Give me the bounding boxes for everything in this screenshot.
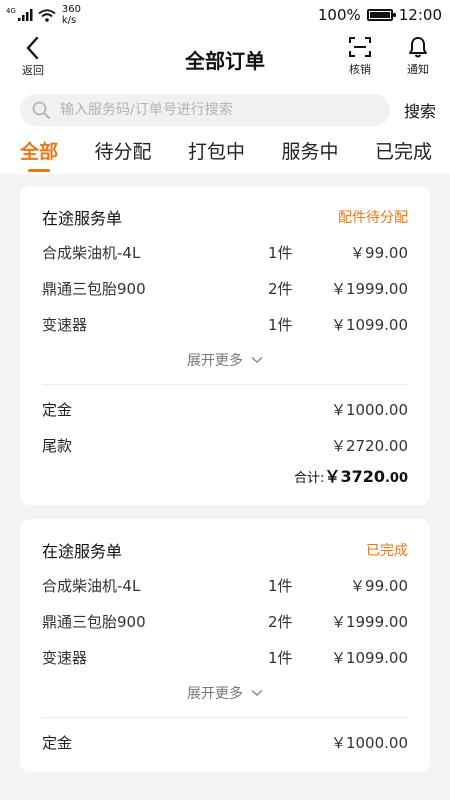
deposit-row: 定金 ￥1000.00: [42, 391, 408, 427]
order-list: 在途服务单 配件待分配 合成柴油机-4L 1件 ￥99.00 鼎通三包胎900 …: [0, 174, 450, 772]
tab-pending-assign[interactable]: 待分配: [94, 129, 151, 174]
deposit-row: 定金 ￥1000.00: [42, 724, 408, 760]
total-label: 合计:: [294, 471, 325, 486]
balance-amount: ￥2720.00: [330, 436, 408, 455]
order-status: 配件待分配: [338, 210, 408, 226]
bell-icon: [409, 37, 427, 58]
scan-label: 核销: [349, 63, 371, 76]
order-item: 合成柴油机-4L 1件 ￥99.00: [42, 567, 408, 603]
total-decimal: .00: [384, 471, 408, 486]
item-name: 鼎通三包胎900: [42, 279, 146, 298]
order-status: 已完成: [366, 543, 408, 559]
search-icon: [32, 101, 50, 119]
search-input[interactable]: [58, 101, 378, 119]
search-box[interactable]: [20, 94, 390, 126]
total-amount: ￥3720.00: [324, 463, 408, 487]
tab-in-service[interactable]: 服务中: [281, 129, 338, 174]
network-type: 4G: [6, 6, 16, 15]
deposit-amount: ￥1000.00: [330, 400, 408, 419]
order-card[interactable]: 在途服务单 已完成 合成柴油机-4L 1件 ￥99.00 鼎通三包胎900 2件…: [20, 519, 430, 772]
item-name: 变速器: [42, 315, 88, 334]
item-price: ￥99.00: [350, 243, 408, 262]
speed-unit: k/s: [61, 15, 77, 26]
top-area: 4G 360 k/s 100% 12:00 返回 全部订单 核销 通知 输入服务…: [0, 0, 450, 174]
item-price: ￥99.00: [350, 576, 408, 595]
divider: [42, 384, 408, 385]
chevron-down-icon: [251, 356, 263, 363]
notify-button[interactable]: 通知: [400, 36, 436, 77]
item-qty: 2件: [268, 612, 293, 631]
balance-row: 尾款 ￥2720.00: [42, 427, 408, 463]
chevron-down-icon: [251, 689, 263, 696]
scan-button[interactable]: 核销: [342, 36, 378, 77]
order-title: 在途服务单: [42, 542, 123, 561]
battery-icon: [366, 9, 396, 21]
wifi-icon: [38, 8, 56, 22]
status-right: 100% 12:00: [318, 6, 442, 24]
item-price: ￥1999.00: [330, 612, 408, 631]
item-name: 合成柴油机-4L: [42, 243, 141, 262]
order-tabs: 全部 待分配 打包中 服务中 已完成: [0, 128, 450, 174]
item-price: ￥1099.00: [330, 648, 408, 667]
deposit-label: 定金: [42, 400, 73, 419]
chevron-left-icon: [26, 36, 39, 60]
deposit-amount: ￥1000.00: [330, 733, 408, 752]
total-currency: ￥: [324, 467, 341, 486]
item-qty: 1件: [268, 648, 293, 667]
expand-more-button[interactable]: 展开更多: [42, 675, 408, 711]
status-left: 4G 360 k/s: [6, 4, 81, 26]
total-row: 合计: ￥3720.00: [42, 463, 408, 493]
expand-more-button[interactable]: 展开更多: [42, 342, 408, 378]
item-name: 合成柴油机-4L: [42, 576, 141, 595]
item-qty: 1件: [268, 243, 293, 262]
order-card-header: 在途服务单 已完成: [42, 533, 408, 567]
search-button[interactable]: 搜索: [404, 98, 436, 122]
network-speed: 360 k/s: [62, 4, 81, 26]
item-qty: 1件: [268, 576, 293, 595]
search-bar: 搜索: [0, 88, 450, 128]
order-card[interactable]: 在途服务单 配件待分配 合成柴油机-4L 1件 ￥99.00 鼎通三包胎900 …: [20, 186, 430, 505]
order-card-header: 在途服务单 配件待分配: [42, 200, 408, 234]
item-price: ￥1099.00: [330, 315, 408, 334]
signal-icon: [17, 9, 33, 21]
total-integer: 3720: [340, 467, 385, 486]
order-item: 变速器 1件 ￥1099.00: [42, 639, 408, 675]
tab-packing[interactable]: 打包中: [188, 129, 245, 174]
expand-more-label: 展开更多: [187, 353, 243, 369]
speed-value: 360: [61, 4, 81, 15]
nav-header: 返回 全部订单 核销 通知: [0, 30, 450, 88]
item-qty: 2件: [268, 279, 293, 298]
item-name: 变速器: [42, 648, 88, 667]
balance-label: 尾款: [42, 436, 73, 455]
order-item: 合成柴油机-4L 1件 ￥99.00: [42, 234, 408, 270]
deposit-label: 定金: [42, 733, 73, 752]
order-item: 鼎通三包胎900 2件 ￥1999.00: [42, 603, 408, 639]
item-name: 鼎通三包胎900: [42, 612, 146, 631]
back-button[interactable]: 返回: [18, 36, 48, 78]
page-title: 全部订单: [185, 48, 265, 73]
clock: 12:00: [398, 6, 442, 24]
item-price: ￥1999.00: [330, 279, 408, 298]
notify-label: 通知: [407, 63, 429, 76]
order-title: 在途服务单: [42, 209, 123, 228]
back-label: 返回: [22, 64, 44, 77]
order-item: 变速器 1件 ￥1099.00: [42, 306, 408, 342]
status-bar: 4G 360 k/s 100% 12:00: [0, 0, 450, 30]
tab-all[interactable]: 全部: [20, 129, 58, 174]
scan-icon: [349, 37, 371, 57]
item-qty: 1件: [268, 315, 293, 334]
order-item: 鼎通三包胎900 2件 ￥1999.00: [42, 270, 408, 306]
battery-percent: 100%: [317, 6, 361, 24]
tab-completed[interactable]: 已完成: [375, 129, 432, 174]
expand-more-label: 展开更多: [187, 686, 243, 702]
divider: [42, 717, 408, 718]
